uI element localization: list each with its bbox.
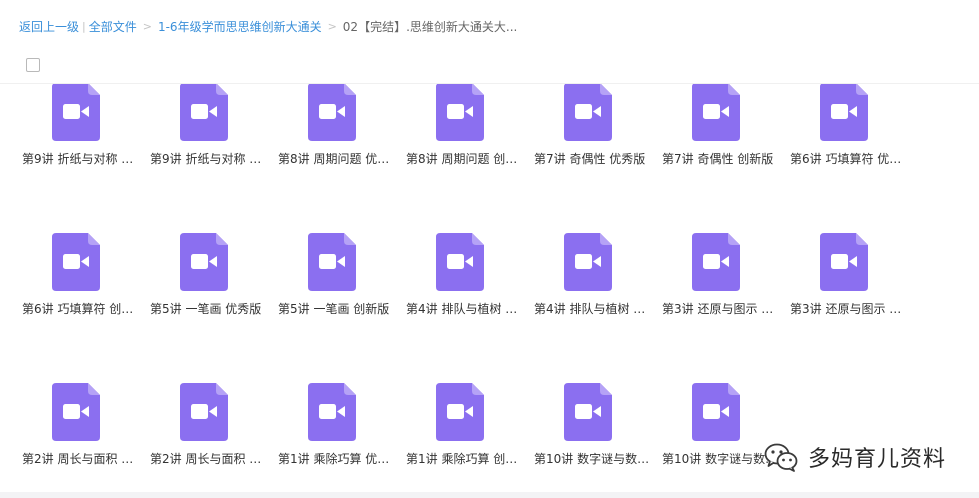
select-all-checkbox[interactable] [26,58,40,72]
file-item[interactable]: 第7讲 奇偶性 创新版 [656,84,784,222]
breadcrumb-parent-folder[interactable]: 1-6年级学而思思维创新大通关 [158,18,322,36]
file-item[interactable]: 第6讲 巧填算符 优秀版 [784,84,912,222]
file-name: 第3讲 还原与图示 创新版 [790,302,906,316]
video-file-icon [820,233,868,291]
video-file-icon [308,84,356,141]
watermark: 多妈育儿资料 [764,441,946,473]
file-name: 第6讲 巧填算符 创新版 [22,302,138,316]
file-item[interactable]: 第1讲 乘除巧算 创新版 [400,372,528,492]
video-file-icon [564,233,612,291]
file-item[interactable]: 第8讲 周期问题 创新版 [400,84,528,222]
file-name: 第9讲 折纸与对称 优秀版 [22,152,138,166]
file-item[interactable]: 第4讲 排队与植树 创新版 [528,222,656,372]
file-grid-viewport[interactable]: 第9讲 折纸与对称 优秀版 第9讲 折纸与对称 创新版 第8讲 周期问题 优秀版 [0,84,979,492]
video-file-icon [52,84,100,141]
file-name: 第4讲 排队与植树 优秀版 [406,302,522,316]
video-file-icon [180,84,228,141]
file-name: 第2讲 周长与面积 创新版 [150,452,266,466]
file-item[interactable]: 第2讲 周长与面积 创新版 [144,372,272,492]
back-link[interactable]: 返回上一级 [19,18,79,36]
file-item[interactable]: 第10讲 数字谜与数阵图 创新版 [656,372,784,492]
breadcrumb: 返回上一级 | 全部文件 > 1-6年级学而思思维创新大通关 > 02【完结】.… [19,18,517,36]
file-item[interactable]: 第4讲 排队与植树 优秀版 [400,222,528,372]
file-item[interactable]: 第6讲 巧填算符 创新版 [16,222,144,372]
file-item[interactable]: 第2讲 周长与面积 优秀版 [16,372,144,492]
breadcrumb-separator: > [142,20,152,33]
file-item[interactable]: 第5讲 一笔画 创新版 [272,222,400,372]
file-grid: 第9讲 折纸与对称 优秀版 第9讲 折纸与对称 创新版 第8讲 周期问题 优秀版 [16,84,912,492]
video-file-icon [308,233,356,291]
file-browser-panel: 返回上一级 | 全部文件 > 1-6年级学而思思维创新大通关 > 02【完结】.… [0,0,979,492]
file-item[interactable]: 第3讲 还原与图示 优秀版 [656,222,784,372]
file-name: 第4讲 排队与植树 创新版 [534,302,650,316]
file-name: 第1讲 乘除巧算 创新版 [406,452,522,466]
file-name: 第5讲 一笔画 优秀版 [150,302,262,316]
file-item[interactable]: 第8讲 周期问题 优秀版 [272,84,400,222]
watermark-text: 多妈育儿资料 [807,447,946,472]
file-name: 第9讲 折纸与对称 创新版 [150,152,266,166]
breadcrumb-divider: | [82,20,86,33]
file-name: 第1讲 乘除巧算 优秀版 [278,452,394,466]
breadcrumb-current-folder: 02【完结】.思维创新大通关大... [342,20,518,34]
breadcrumb-all-files[interactable]: 全部文件 [89,18,137,36]
video-file-icon [52,233,100,291]
file-item[interactable]: 第3讲 还原与图示 创新版 [784,222,912,372]
video-file-icon [564,84,612,141]
video-file-icon [308,383,356,441]
file-name: 第8讲 周期问题 创新版 [406,152,522,166]
wechat-icon [764,443,798,472]
video-file-icon [52,383,100,441]
video-file-icon [692,233,740,291]
file-name: 第10讲 数字谜与数阵图 创新版 [662,452,778,466]
breadcrumb-separator: > [327,20,337,33]
file-item[interactable]: 第9讲 折纸与对称 优秀版 [16,84,144,222]
video-file-icon [692,383,740,441]
video-file-icon [692,84,740,141]
video-file-icon [436,383,484,441]
file-item[interactable]: 第5讲 一笔画 优秀版 [144,222,272,372]
file-item[interactable]: 第9讲 折纸与对称 创新版 [144,84,272,222]
file-item[interactable]: 第7讲 奇偶性 优秀版 [528,84,656,222]
file-item[interactable]: 第1讲 乘除巧算 优秀版 [272,372,400,492]
file-name: 第6讲 巧填算符 优秀版 [790,152,906,166]
video-file-icon [820,84,868,141]
file-name: 第3讲 还原与图示 优秀版 [662,302,778,316]
file-name: 第7讲 奇偶性 创新版 [662,152,774,166]
video-file-icon [564,383,612,441]
file-name: 第10讲 数字谜与数阵图 优秀版 [534,452,650,466]
video-file-icon [180,233,228,291]
video-file-icon [180,383,228,441]
video-file-icon [436,84,484,141]
file-name: 第7讲 奇偶性 优秀版 [534,152,646,166]
video-file-icon [436,233,484,291]
file-name: 第5讲 一笔画 创新版 [278,302,390,316]
file-name: 第8讲 周期问题 优秀版 [278,152,394,166]
file-item[interactable]: 第10讲 数字谜与数阵图 优秀版 [528,372,656,492]
file-name: 第2讲 周长与面积 优秀版 [22,452,138,466]
